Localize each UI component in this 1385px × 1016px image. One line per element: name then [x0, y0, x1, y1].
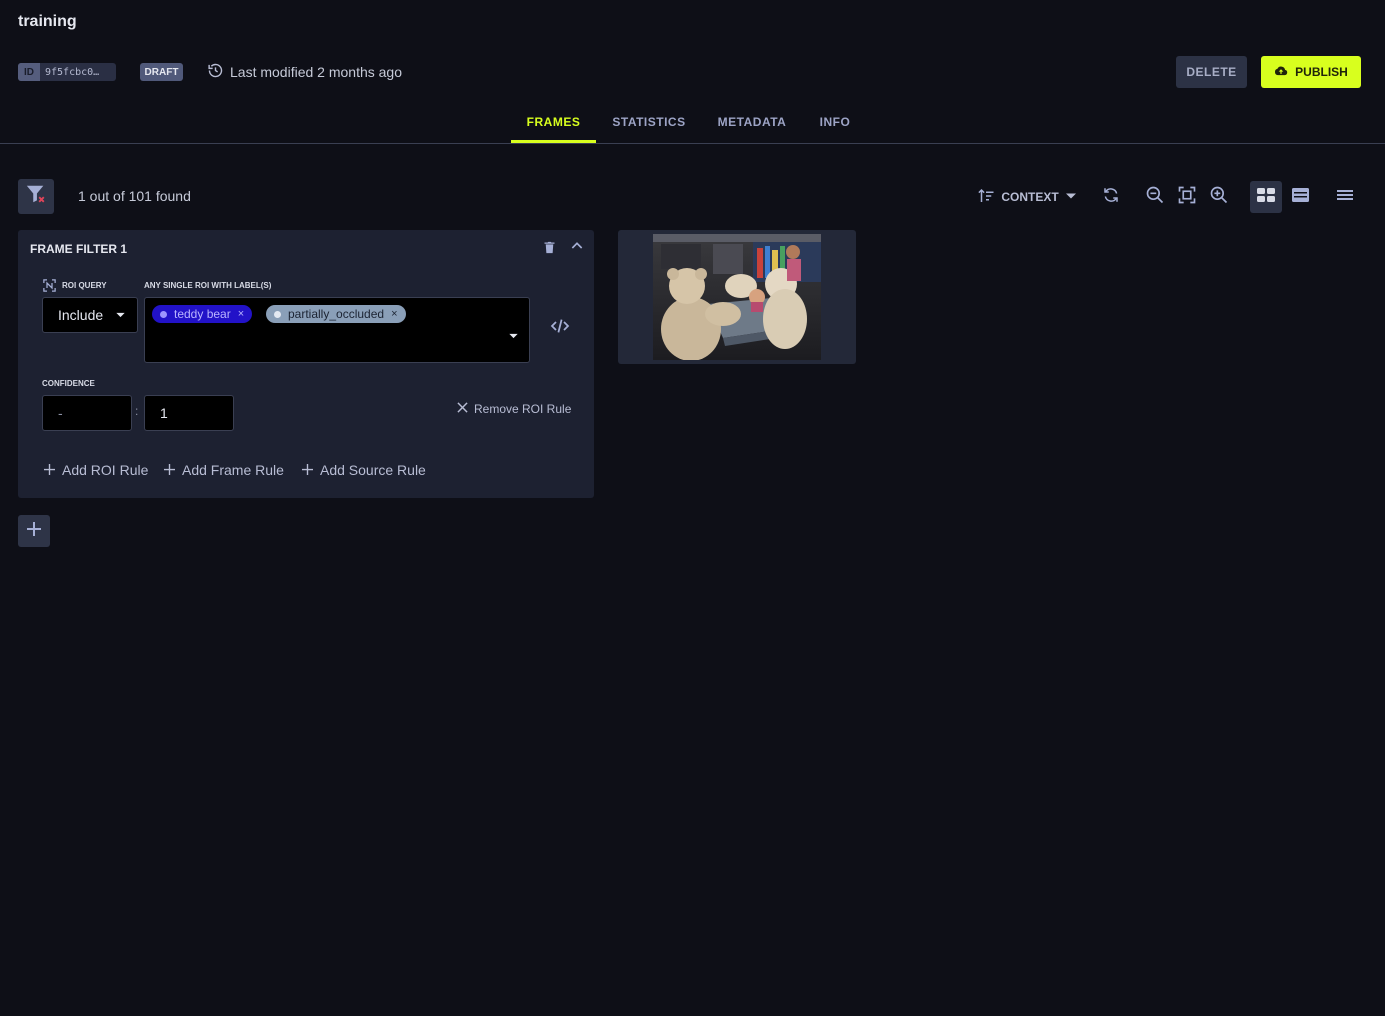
- code-icon: [550, 318, 570, 339]
- plus-icon: [302, 462, 313, 478]
- cloud-upload-icon: [1274, 65, 1288, 80]
- roi-query-select[interactable]: Include: [42, 297, 138, 333]
- roi-query-value: Include: [58, 307, 104, 323]
- delete-button[interactable]: DELETE: [1176, 56, 1247, 88]
- last-modified: Last modified 2 months ago: [207, 63, 402, 81]
- grid-view-icon: [1257, 187, 1275, 207]
- zoom-in-button[interactable]: [1207, 184, 1231, 210]
- roi-icon: [42, 278, 57, 298]
- add-roi-rule-button[interactable]: Add ROI Rule: [44, 462, 148, 478]
- results-count: 1 out of 101 found: [78, 188, 191, 204]
- refresh-icon: [1102, 186, 1120, 209]
- status-badge: DRAFT: [140, 63, 183, 81]
- label-color-dot: [274, 310, 281, 318]
- add-source-rule-label: Add Source Rule: [320, 462, 426, 478]
- add-frame-rule-label: Add Frame Rule: [182, 462, 284, 478]
- list-view-button[interactable]: [1288, 184, 1312, 210]
- publish-button[interactable]: PUBLISH: [1261, 56, 1361, 88]
- last-modified-text: Last modified 2 months ago: [230, 64, 402, 80]
- tab-metadata[interactable]: METADATA: [710, 100, 794, 143]
- tab-info[interactable]: INFO: [812, 100, 858, 143]
- plus-icon: [44, 462, 55, 478]
- confidence-label: CONFIDENCE: [42, 379, 95, 388]
- zoom-out-icon: [1145, 185, 1165, 210]
- trash-icon[interactable]: [542, 240, 557, 260]
- tab-bar: FRAMES STATISTICS METADATA INFO: [0, 100, 1385, 144]
- tab-frames[interactable]: FRAMES: [511, 100, 596, 143]
- sort-label: CONTEXT: [1001, 190, 1059, 204]
- add-source-rule-button[interactable]: Add Source Rule: [302, 462, 426, 478]
- list-view-icon: [1291, 187, 1309, 207]
- close-icon[interactable]: ×: [391, 308, 397, 320]
- dataset-id-chip[interactable]: ID 9f5fcbc0…: [18, 63, 116, 81]
- roi-query-label: ROI QUERY: [62, 281, 107, 290]
- sort-icon: [977, 187, 995, 208]
- refresh-button[interactable]: [1099, 184, 1123, 210]
- frame-filter-panel: FRAME FILTER 1 ROI QUERY ANY SINGLE ROI …: [18, 230, 594, 498]
- plus-icon: [26, 521, 42, 542]
- fit-screen-button[interactable]: [1175, 184, 1199, 210]
- label-chip-text: teddy bear: [174, 307, 231, 321]
- chevron-up-icon[interactable]: [569, 238, 585, 259]
- frame-card[interactable]: [618, 230, 856, 364]
- code-view-button[interactable]: [549, 317, 571, 339]
- label-color-dot: [160, 310, 167, 318]
- fit-screen-icon: [1177, 185, 1197, 210]
- sort-context-button[interactable]: CONTEXT: [975, 184, 1079, 210]
- filter-clear-icon: [25, 183, 47, 210]
- id-value: 9f5fcbc0…: [45, 66, 100, 78]
- label-chip-text: partially_occluded: [288, 307, 385, 321]
- filter-toggle-button[interactable]: [18, 179, 54, 214]
- chevron-down-icon: [1065, 190, 1077, 205]
- menu-button[interactable]: [1333, 184, 1357, 210]
- tab-statistics[interactable]: STATISTICS: [604, 100, 694, 143]
- add-frame-rule-button[interactable]: Add Frame Rule: [164, 462, 284, 478]
- zoom-out-button[interactable]: [1143, 184, 1167, 210]
- zoom-in-icon: [1209, 185, 1229, 210]
- publish-label: PUBLISH: [1295, 65, 1348, 79]
- plus-icon: [164, 462, 175, 478]
- menu-icon: [1336, 188, 1354, 207]
- labels-select[interactable]: teddy bear × partially_occluded ×: [144, 297, 530, 363]
- chevron-down-icon: [115, 307, 126, 323]
- history-icon: [207, 62, 224, 82]
- close-icon: [457, 402, 468, 416]
- chevron-down-icon[interactable]: [508, 328, 519, 346]
- close-icon[interactable]: ×: [238, 308, 244, 320]
- add-filter-button[interactable]: [18, 515, 50, 547]
- confidence-separator: :: [135, 404, 139, 418]
- labels-title: ANY SINGLE ROI WITH LABEL(S): [144, 281, 272, 290]
- frame-thumbnail[interactable]: [653, 234, 821, 360]
- grid-view-button[interactable]: [1250, 181, 1282, 213]
- remove-roi-rule-label: Remove ROI Rule: [474, 402, 572, 416]
- label-chip-teddy-bear[interactable]: teddy bear ×: [152, 305, 253, 323]
- confidence-min-input[interactable]: -: [42, 395, 132, 431]
- id-label: ID: [18, 63, 40, 81]
- confidence-max-input[interactable]: 1: [144, 395, 234, 431]
- add-roi-rule-label: Add ROI Rule: [62, 462, 149, 478]
- remove-roi-rule-button[interactable]: Remove ROI Rule: [457, 402, 571, 416]
- page-title: training: [18, 13, 77, 30]
- frame-filter-title: FRAME FILTER 1: [30, 242, 128, 256]
- label-chip-partially-occluded[interactable]: partially_occluded ×: [266, 305, 406, 323]
